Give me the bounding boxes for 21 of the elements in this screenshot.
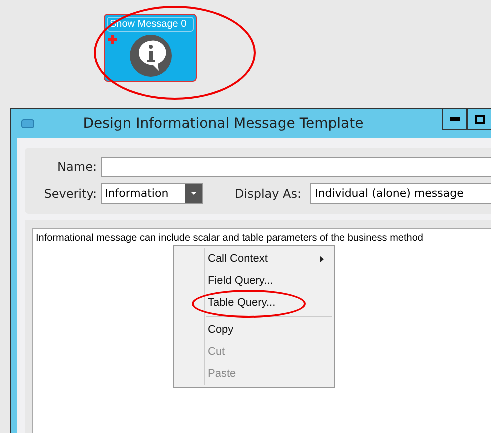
menu-item[interactable]: Field Query... xyxy=(174,270,334,292)
maximize-button[interactable] xyxy=(467,109,491,130)
info-bubble-icon xyxy=(128,34,172,78)
menu-item[interactable]: Copy xyxy=(174,319,334,341)
maximize-icon xyxy=(474,114,484,124)
minimize-button[interactable] xyxy=(442,109,467,130)
severity-label: Severity: xyxy=(43,186,98,200)
plus-icon xyxy=(108,35,117,44)
name-label: Name: xyxy=(56,160,98,174)
menu-item[interactable]: Call Context xyxy=(174,248,334,270)
name-field[interactable] xyxy=(101,157,491,177)
severity-dropdown[interactable]: Information xyxy=(101,183,203,204)
display-as-field[interactable]: Individual (alone) message xyxy=(310,183,491,204)
editor-text: Informational message can include scalar and table parameters of the business method xyxy=(36,233,424,244)
submenu-arrow-icon xyxy=(320,256,324,262)
window-title: Design Informational Message Template xyxy=(82,116,365,132)
display-as-label: Display As: xyxy=(235,186,303,200)
minimize-icon xyxy=(450,117,460,121)
window-icon xyxy=(21,118,35,128)
dropdown-arrow-icon xyxy=(190,192,196,195)
menu-item[interactable]: Table Query... xyxy=(174,292,334,314)
